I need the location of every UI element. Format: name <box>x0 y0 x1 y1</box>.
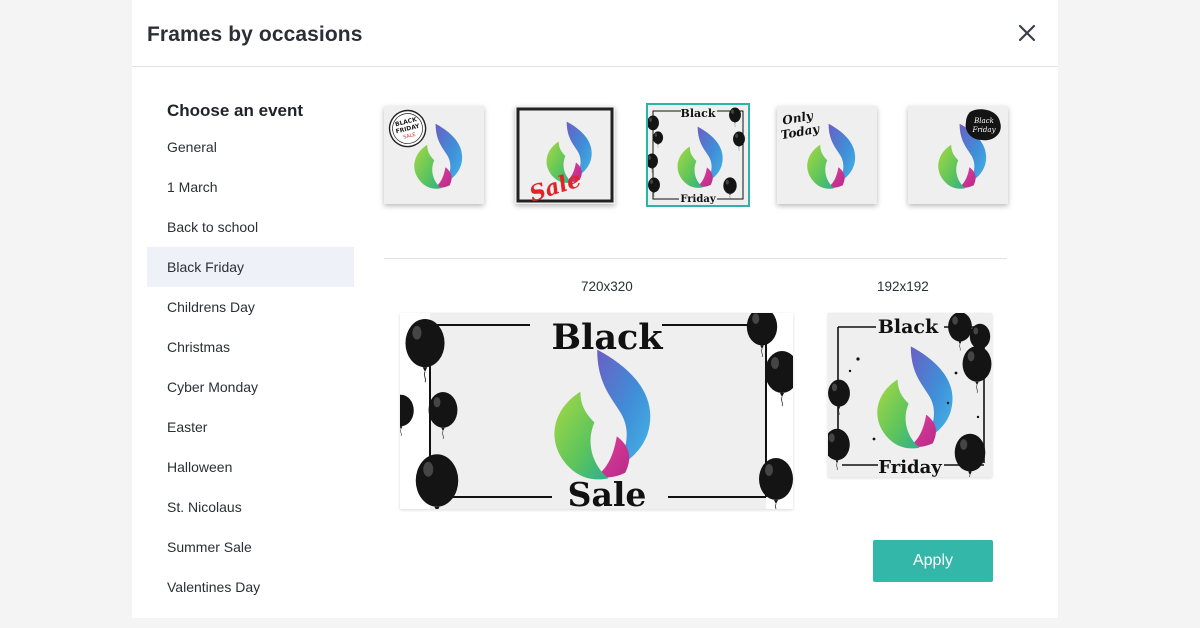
section-divider <box>384 258 1007 259</box>
close-icon <box>1018 24 1036 42</box>
blob-text-line-1: Black <box>973 117 994 125</box>
thumb-top-text: Black <box>681 107 716 120</box>
frame-thumbnails: BLACK FRIDAY SALE Sale Black Friday Only… <box>384 103 1008 207</box>
frame-thumbnail-sale[interactable]: Sale <box>515 106 615 204</box>
frame-thumbnail-black-friday-blob[interactable]: Black Friday <box>908 106 1008 204</box>
event-item-cyber-monday[interactable]: Cyber Monday <box>147 367 354 407</box>
event-item-1-march[interactable]: 1 March <box>147 167 354 207</box>
event-item-st-nicolaus[interactable]: St. Nicolaus <box>147 487 354 527</box>
event-list: General 1 March Back to school Black Fri… <box>147 127 354 607</box>
modal-title: Frames by occasions <box>147 23 363 46</box>
frames-modal: Frames by occasions Choose an event Gene… <box>132 0 1058 618</box>
event-item-easter[interactable]: Easter <box>147 407 354 447</box>
event-item-christmas[interactable]: Christmas <box>147 327 354 367</box>
event-item-back-to-school[interactable]: Back to school <box>147 207 354 247</box>
square-preview-size-label: 192x192 <box>877 279 929 294</box>
square-preview-top-text: Black <box>878 316 939 338</box>
wide-preview-bottom-text: Sale <box>568 475 647 509</box>
event-item-valentines-day[interactable]: Valentines Day <box>147 567 354 607</box>
frame-thumbnail-black-friday-stamp[interactable]: BLACK FRIDAY SALE <box>384 106 484 204</box>
frame-thumbnail-only-today[interactable]: Only Today <box>777 106 877 204</box>
wide-preview-top-text: Black <box>551 317 663 358</box>
frame-thumbnail-black-friday-balloons[interactable]: Black Friday <box>646 103 750 207</box>
modal-header: Frames by occasions <box>132 0 1058 67</box>
event-item-halloween[interactable]: Halloween <box>147 447 354 487</box>
wide-frame-preview: Black Sale <box>400 313 793 509</box>
event-item-childrens-day[interactable]: Childrens Day <box>147 287 354 327</box>
thumb-bottom-text: Friday <box>680 194 716 205</box>
close-button[interactable] <box>1014 20 1040 46</box>
blob-text-line-2: Friday <box>971 126 996 134</box>
square-preview-bottom-text: Friday <box>878 457 942 477</box>
square-frame-preview: Black Friday <box>828 313 992 477</box>
event-list-heading: Choose an event <box>167 101 304 120</box>
event-item-general[interactable]: General <box>147 127 354 167</box>
wide-preview-size-label: 720x320 <box>581 279 633 294</box>
event-item-summer-sale[interactable]: Summer Sale <box>147 527 354 567</box>
event-item-black-friday[interactable]: Black Friday <box>147 247 354 287</box>
apply-button[interactable]: Apply <box>873 540 993 582</box>
